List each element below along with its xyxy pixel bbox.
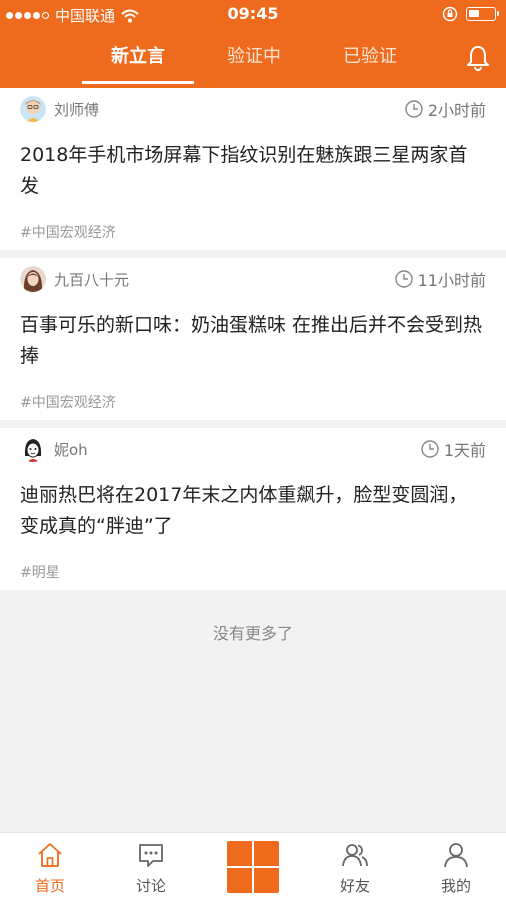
avatar[interactable] <box>20 436 46 462</box>
rotation-lock-icon <box>442 6 458 22</box>
post-title[interactable]: 百事可乐的新口味：奶油蛋糕味 在推出后并不会受到热捧 <box>20 310 486 376</box>
battery-icon <box>466 7 499 21</box>
status-time: 09:45 <box>227 4 279 23</box>
bottom-tab-bar: 首页 讨论 好友 我的 <box>0 832 506 900</box>
profile-icon <box>444 843 468 868</box>
post-title[interactable]: 迪丽热巴将在2017年末之内体重飙升，脸型变圆润，变成真的“胖迪”了 <box>20 480 486 546</box>
clock-icon <box>421 440 439 458</box>
status-bar: 中国联通 09:45 <box>0 0 506 28</box>
feed-card[interactable]: 九百八十元 11小时前 百事可乐的新口味：奶油蛋糕味 在推出后并不会受到热捧 #… <box>0 258 506 420</box>
bell-icon[interactable] <box>464 44 492 72</box>
home-icon <box>38 843 62 867</box>
post-time: 2小时前 <box>427 101 486 120</box>
clock-icon <box>394 270 413 288</box>
feed-card[interactable]: 妮oh 1天前 迪丽热巴将在2017年末之内体重飙升，脸型变圆润，变成真的“胖迪… <box>0 428 506 590</box>
post-tag[interactable]: #中国宏观经济 <box>20 222 486 242</box>
tabbar-label: 首页 <box>34 877 65 895</box>
avatar[interactable] <box>20 266 46 292</box>
feed-list: 刘师傅 2小时前 2018年手机市场屏幕下指纹识别在魅族跟三星两家首发 #中国宏… <box>0 88 506 598</box>
tab-verifying[interactable]: 验证中 <box>196 42 312 86</box>
chat-icon <box>139 844 163 867</box>
clock-icon <box>405 100 423 118</box>
post-title[interactable]: 2018年手机市场屏幕下指纹识别在魅族跟三星两家首发 <box>20 140 486 206</box>
tabbar-item-home[interactable]: 首页 <box>0 833 100 900</box>
tabbar-label: 好友 <box>339 877 370 895</box>
top-bar: 中国联通 09:45 新立言 验证中 已验证 <box>0 0 506 88</box>
tab-verified[interactable]: 已验证 <box>312 42 428 86</box>
tabbar-item-friends[interactable]: 好友 <box>305 833 405 900</box>
tabbar-item-discussion[interactable]: 讨论 <box>101 833 201 900</box>
post-tag[interactable]: #明星 <box>20 562 486 582</box>
tabbar-label: 讨论 <box>135 877 166 895</box>
author-name[interactable]: 九百八十元 <box>54 269 129 290</box>
grid-button[interactable] <box>227 841 279 893</box>
friends-icon <box>342 844 368 867</box>
tabbar-item-profile[interactable]: 我的 <box>406 833 506 900</box>
post-tag[interactable]: #中国宏观经济 <box>20 392 486 412</box>
no-more-text: 没有更多了 <box>212 624 293 643</box>
post-time: 11小时前 <box>417 271 486 290</box>
feed-card[interactable]: 刘师傅 2小时前 2018年手机市场屏幕下指纹识别在魅族跟三星两家首发 #中国宏… <box>0 88 506 250</box>
post-time: 1天前 <box>443 441 486 460</box>
author-name[interactable]: 妮oh <box>54 439 88 460</box>
tab-new-statements[interactable]: 新立言 <box>80 42 196 86</box>
author-name[interactable]: 刘师傅 <box>54 99 99 120</box>
header-tabs: 新立言 验证中 已验证 <box>80 42 428 86</box>
tabbar-label: 我的 <box>440 877 471 895</box>
avatar[interactable] <box>20 96 46 122</box>
